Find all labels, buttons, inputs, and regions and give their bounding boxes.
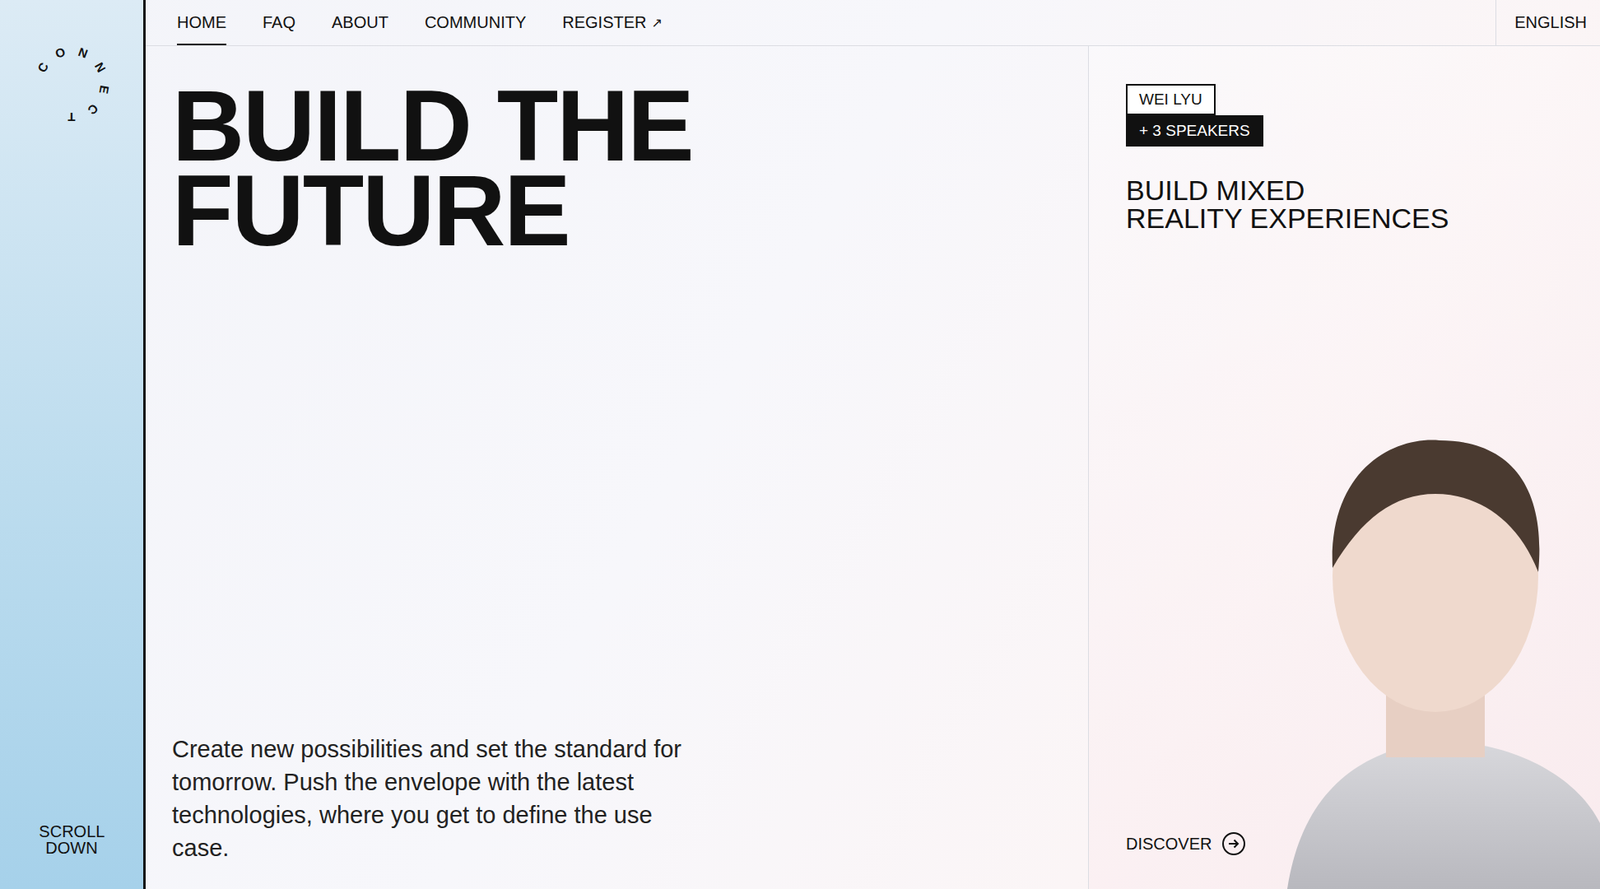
hero-text: Create new possibilities and set the sta… bbox=[172, 732, 716, 865]
nav-item[interactable]: ABOUT bbox=[331, 0, 389, 46]
nav-label: COMMUNITY bbox=[424, 13, 526, 33]
nav-item[interactable]: COMMUNITY bbox=[424, 0, 526, 46]
connect-logo[interactable]: CONNECT bbox=[20, 32, 123, 135]
hero-title-line: FUTURE bbox=[172, 168, 1062, 254]
hero: BUILD THEFUTURE Create new possibilities … bbox=[145, 46, 1089, 889]
nav-items: HOME FAQ ABOUT COMMUNITY REGISTER↗ bbox=[145, 0, 1496, 46]
nav-label: ABOUT bbox=[331, 13, 389, 33]
sidebar: CONNECT SCROLL DOWN bbox=[0, 0, 146, 889]
arrow-circle-icon bbox=[1221, 831, 1247, 856]
discover-label: DISCOVER bbox=[1125, 834, 1212, 854]
content: BUILD THEFUTURE Create new possibilities … bbox=[145, 46, 1600, 889]
nav-item[interactable]: FAQ bbox=[262, 0, 296, 46]
session-title-line: BUILD MIXED bbox=[1125, 176, 1584, 205]
speaker-name-tag[interactable]: WEI LYU bbox=[1125, 83, 1216, 116]
more-speakers-tag[interactable]: + 3 SPEAKERS bbox=[1125, 115, 1264, 147]
speaker-photo bbox=[1270, 395, 1600, 889]
speaker-tags: WEI LYU+ 3 SPEAKERS bbox=[1125, 83, 1584, 147]
session-info: WEI LYU+ 3 SPEAKERS BUILD MIXEDREALITY EX… bbox=[1125, 83, 1584, 233]
nav-label: REGISTER bbox=[562, 13, 647, 33]
hero-title: BUILD THEFUTURE bbox=[172, 83, 1062, 254]
nav-item[interactable]: REGISTER↗ bbox=[562, 0, 663, 46]
top-nav: HOME FAQ ABOUT COMMUNITY REGISTER↗ ENGLISH bbox=[145, 0, 1600, 47]
discover-link[interactable]: DISCOVER bbox=[1125, 831, 1247, 856]
session-title: BUILD MIXEDREALITY EXPERIENCES bbox=[1125, 176, 1584, 233]
hero-title-line: BUILD THE bbox=[172, 83, 1062, 169]
nav-item[interactable]: HOME bbox=[176, 0, 227, 46]
nav-label: FAQ bbox=[262, 13, 296, 33]
nav-label: HOME bbox=[176, 13, 227, 33]
language-selector[interactable]: ENGLISH bbox=[1495, 0, 1600, 46]
session-card: WEI LYU+ 3 SPEAKERS BUILD MIXEDREALITY EX… bbox=[1088, 46, 1600, 889]
external-arrow-icon: ↗ bbox=[651, 14, 663, 31]
scroll-down[interactable]: SCROLL DOWN bbox=[38, 823, 104, 856]
main: HOME FAQ ABOUT COMMUNITY REGISTER↗ ENGLISH BUI… bbox=[145, 0, 1600, 889]
session-title-line: REALITY EXPERIENCES bbox=[1125, 204, 1584, 233]
